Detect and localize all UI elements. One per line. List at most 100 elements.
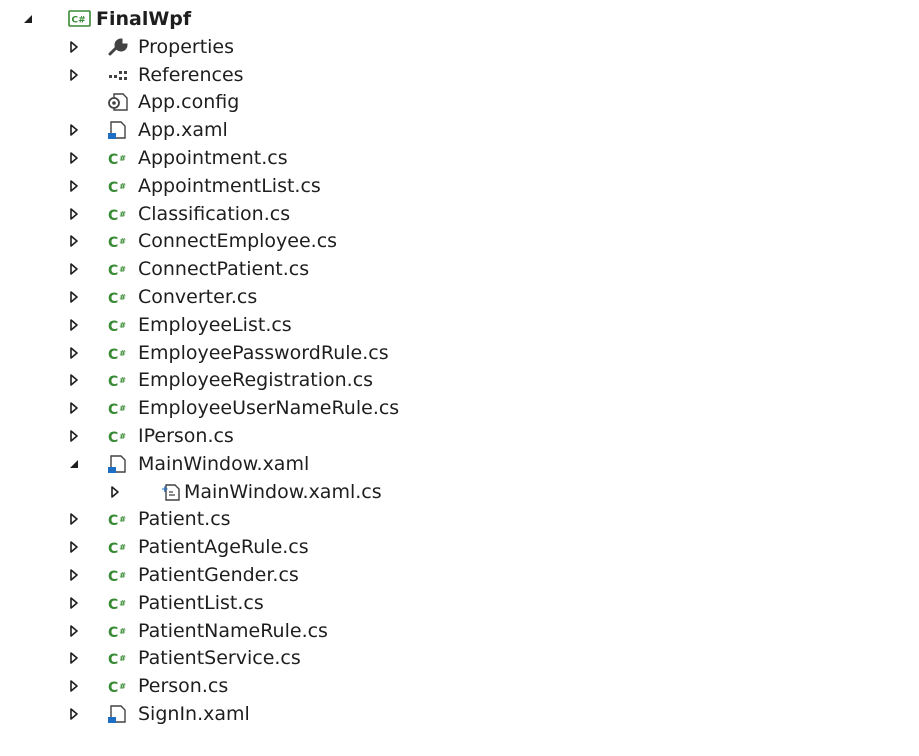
expand-arrow-icon[interactable]	[66, 678, 82, 694]
xaml-file-icon	[107, 454, 129, 474]
tree-item[interactable]: C# PatientList.cs	[0, 589, 919, 617]
expand-arrow-icon[interactable]	[66, 261, 82, 277]
tree-item-label: PatientService.cs	[138, 647, 301, 670]
csharp-file-icon: C#	[108, 596, 126, 613]
csharp-file-icon: C#	[108, 318, 126, 335]
tree-item[interactable]: C# Classification.cs	[0, 200, 919, 228]
expand-arrow-icon[interactable]	[66, 400, 82, 416]
expand-arrow-icon[interactable]	[66, 317, 82, 333]
tree-item-label: App.config	[138, 91, 240, 114]
svg-text:+: +	[161, 485, 169, 495]
tree-item[interactable]: C# ConnectEmployee.cs	[0, 227, 919, 255]
tree-item-label: ConnectPatient.cs	[138, 258, 310, 281]
expand-arrow-icon[interactable]	[66, 206, 82, 222]
csharp-file-icon: C#	[108, 430, 126, 446]
expand-arrow-icon[interactable]	[66, 178, 82, 194]
expand-arrow-icon[interactable]	[66, 539, 82, 555]
tree-item-label: MainWindow.xaml	[138, 452, 310, 475]
expand-arrow-icon[interactable]	[66, 345, 82, 361]
expand-arrow-icon[interactable]	[66, 233, 82, 249]
collapse-arrow-icon[interactable]	[20, 11, 36, 27]
project-node[interactable]: C# FinalWpf	[0, 5, 919, 33]
expand-arrow-icon[interactable]	[66, 150, 82, 166]
tree-item[interactable]: C# EmployeeUserNameRule.cs	[0, 394, 919, 422]
csharp-file-icon: C#	[108, 235, 126, 252]
tree-item[interactable]: C# EmployeeRegistration.cs	[0, 366, 919, 394]
csharp-file-icon: C#	[108, 513, 126, 530]
tree-item-label: EmployeePasswordRule.cs	[138, 341, 389, 364]
tree-item[interactable]: C# ConnectPatient.cs	[0, 255, 919, 283]
expand-arrow-icon[interactable]	[66, 511, 82, 527]
expand-arrow-icon[interactable]	[66, 595, 82, 611]
expand-arrow-icon[interactable]	[107, 484, 123, 500]
tree-item[interactable]: SignIn.xaml	[0, 700, 919, 728]
tree-item[interactable]: C# Person.cs	[0, 672, 919, 700]
tree-item-label: PatientList.cs	[138, 591, 264, 614]
config-file-icon	[107, 92, 129, 112]
tree-item-label: EmployeeList.cs	[138, 313, 292, 336]
expand-arrow-icon[interactable]	[66, 706, 82, 722]
csharp-file-icon: C#	[108, 624, 126, 641]
tree-item[interactable]: C# AppointmentList.cs	[0, 172, 919, 200]
tree-item-label: PatientAgeRule.cs	[138, 536, 309, 559]
tree-item-label: EmployeeRegistration.cs	[138, 369, 374, 392]
tree-item[interactable]: C# Converter.cs	[0, 283, 919, 311]
tree-item[interactable]: C# PatientNameRule.cs	[0, 617, 919, 645]
tree-item-label: AppointmentList.cs	[138, 174, 321, 197]
references-icon	[107, 65, 129, 85]
tree-item[interactable]: C# IPerson.cs	[0, 422, 919, 450]
tree-item[interactable]: C# PatientAgeRule.cs	[0, 533, 919, 561]
tree-item[interactable]: MainWindow.xaml	[0, 450, 919, 478]
svg-text:C#: C#	[72, 16, 86, 26]
tree-item[interactable]: C# EmployeeList.cs	[0, 311, 919, 339]
tree-item-label: IPerson.cs	[138, 425, 234, 447]
csharp-file-icon: C#	[108, 652, 126, 669]
tree-item[interactable]: References	[0, 61, 919, 89]
csharp-file-icon: C#	[108, 207, 126, 224]
expand-arrow-icon[interactable]	[66, 428, 82, 444]
tree-item-label: Converter.cs	[138, 286, 258, 308]
tree-item-label: Person.cs	[138, 675, 229, 698]
csharp-file-icon: C#	[108, 291, 126, 307]
tree-item[interactable]: C# Appointment.cs	[0, 144, 919, 172]
tree-item-label: PatientGender.cs	[138, 564, 299, 586]
tree-item-label: EmployeeUserNameRule.cs	[138, 397, 400, 420]
expand-arrow-icon[interactable]	[66, 289, 82, 305]
expand-arrow-icon[interactable]	[66, 567, 82, 583]
tree-item-label: Patient.cs	[138, 508, 231, 531]
code-behind-file-icon: +	[160, 482, 182, 502]
tree-item[interactable]: C# EmployeePasswordRule.cs	[0, 339, 919, 367]
tree-item[interactable]: App.config	[0, 88, 919, 116]
tree-item[interactable]: C# PatientGender.cs	[0, 561, 919, 589]
csharp-file-icon: C#	[108, 680, 126, 697]
tree-item[interactable]: Properties	[0, 33, 919, 61]
expand-arrow-icon[interactable]	[66, 67, 82, 83]
wrench-icon	[107, 37, 129, 57]
csharp-file-icon: C#	[108, 402, 126, 419]
collapse-arrow-icon[interactable]	[66, 456, 82, 472]
expand-arrow-icon[interactable]	[66, 623, 82, 639]
tree-item[interactable]: C# PatientService.cs	[0, 644, 919, 672]
tree-item-label: References	[138, 63, 244, 86]
csharp-file-icon: C#	[108, 179, 126, 196]
tree-item[interactable]: C# Patient.cs	[0, 505, 919, 533]
tree-item-label: ConnectEmployee.cs	[138, 230, 338, 253]
solution-explorer-tree: C# FinalWpf Properties References App.config…	[0, 0, 919, 756]
tree-item-label: App.xaml	[138, 119, 228, 142]
csharp-file-icon: C#	[108, 152, 126, 168]
expand-arrow-icon[interactable]	[66, 39, 82, 55]
csharp-file-icon: C#	[108, 263, 126, 280]
tree-item-label: MainWindow.xaml.cs	[184, 480, 382, 503]
tree-item[interactable]: App.xaml	[0, 116, 919, 144]
csharp-file-icon: C#	[108, 541, 126, 558]
tree-item-label: SignIn.xaml	[138, 703, 250, 725]
expand-arrow-icon[interactable]	[66, 372, 82, 388]
expand-arrow-icon[interactable]	[66, 122, 82, 138]
tree-item[interactable]: + MainWindow.xaml.cs	[0, 478, 919, 506]
xaml-file-icon	[107, 704, 129, 724]
tree-item-label: Appointment.cs	[138, 147, 288, 169]
expand-arrow-icon[interactable]	[66, 650, 82, 666]
tree-item-label: PatientNameRule.cs	[138, 619, 328, 642]
tree-item-label: FinalWpf	[96, 8, 192, 30]
tree-item-label: Properties	[138, 35, 235, 58]
